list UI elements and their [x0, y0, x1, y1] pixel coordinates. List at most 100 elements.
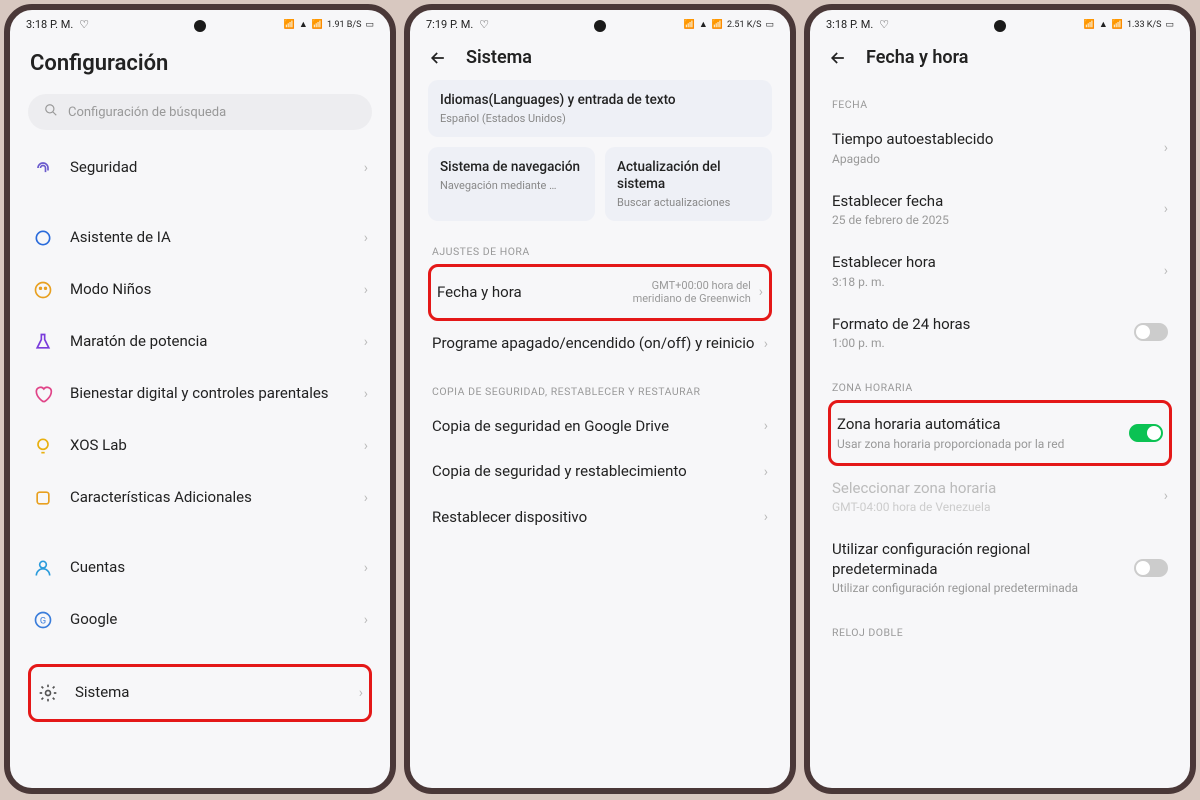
toggle-regional[interactable]: [1134, 559, 1168, 577]
fingerprint-icon: [32, 157, 54, 179]
data-speed: 2.51 K/S: [727, 20, 761, 30]
row-programar[interactable]: Programe apagado/encendido (on/off) y re…: [428, 321, 772, 367]
battery-icon: ▭: [365, 20, 374, 30]
wifi-icon: ▲: [1099, 19, 1108, 30]
vowifi-icon: 📶: [684, 20, 695, 30]
page-header: Fecha y hora: [810, 35, 1190, 80]
heart-icon: ♡: [479, 18, 489, 31]
flask-icon: [32, 331, 54, 353]
heart-icon: ♡: [879, 18, 889, 31]
data-speed: 1.33 K/S: [1127, 20, 1161, 30]
phone-sistema: 7:19 P. M. ♡ 📶 ▲ 📶 2.51 K/S ▭ Sistema Id…: [404, 4, 796, 794]
chevron-right-icon: ›: [1164, 488, 1168, 504]
signal-icon: 📶: [1112, 20, 1123, 30]
vowifi-icon: 📶: [1084, 20, 1095, 30]
chevron-right-icon: ›: [364, 282, 368, 298]
chevron-right-icon: ›: [764, 418, 768, 434]
phone-fecha-hora: 3:18 P. M. ♡ 📶 ▲ 📶 1.33 K/S ▭ Fecha y ho…: [804, 4, 1196, 794]
chevron-right-icon: ›: [764, 336, 768, 352]
row-maraton[interactable]: Maratón de potencia ›: [28, 316, 372, 368]
section-fecha: FECHA: [828, 80, 1172, 117]
highlight-fecha-hora: Fecha y hora GMT+00:00 hora del meridian…: [428, 264, 772, 322]
heart-icon: ♡: [79, 18, 89, 31]
chevron-right-icon: ›: [364, 438, 368, 454]
chevron-right-icon: ›: [359, 685, 363, 701]
row-cuentas[interactable]: Cuentas ›: [28, 542, 372, 594]
page-title: Fecha y hora: [866, 47, 968, 68]
chevron-right-icon: ›: [364, 560, 368, 576]
row-establecer-fecha[interactable]: Establecer fecha 25 de febrero de 2025 ›: [828, 179, 1172, 241]
wifi-icon: ▲: [699, 19, 708, 30]
section-zona-horaria: ZONA HORARIA: [828, 363, 1172, 400]
wifi-icon: ▲: [299, 19, 308, 30]
row-config-regional[interactable]: Utilizar configuración regional predeter…: [828, 527, 1172, 608]
chevron-right-icon: ›: [364, 490, 368, 506]
card-languages[interactable]: Idiomas(Languages) y entrada de texto Es…: [428, 80, 772, 137]
section-backup: COPIA DE SEGURIDAD, RESTABLECER Y RESTAU…: [428, 367, 772, 404]
vowifi-icon: 📶: [284, 20, 295, 30]
data-speed: 1.91 B/S: [327, 20, 361, 30]
search-placeholder: Configuración de búsqueda: [68, 105, 226, 120]
chevron-right-icon: ›: [764, 464, 768, 480]
row-drive-backup[interactable]: Copia de seguridad en Google Drive ›: [428, 404, 772, 450]
chevron-right-icon: ›: [759, 284, 763, 300]
search-input[interactable]: Configuración de búsqueda: [28, 94, 372, 130]
bulb-icon: [32, 435, 54, 457]
row-zona-auto[interactable]: Zona horaria automática Usar zona horari…: [837, 405, 1163, 461]
row-modo-ninos[interactable]: Modo Niños ›: [28, 264, 372, 316]
row-value: GMT+00:00 hora del meridiano de Greenwic…: [611, 279, 751, 307]
status-time: 7:19 P. M.: [426, 18, 473, 31]
back-arrow-icon[interactable]: [428, 48, 448, 68]
row-fecha-hora[interactable]: Fecha y hora GMT+00:00 hora del meridian…: [437, 269, 763, 317]
toggle-24h[interactable]: [1134, 323, 1168, 341]
highlight-sistema: Sistema ›: [28, 664, 372, 722]
row-seleccionar-zona: Seleccionar zona horaria GMT-04:00 hora …: [828, 466, 1172, 528]
search-icon: [44, 103, 58, 121]
chevron-right-icon: ›: [364, 230, 368, 246]
status-time: 3:18 P. M.: [26, 18, 73, 31]
chevron-right-icon: ›: [364, 386, 368, 402]
chevron-right-icon: ›: [1164, 263, 1168, 279]
svg-text:G: G: [40, 616, 46, 626]
row-bienestar[interactable]: Bienestar digital y controles parentales…: [28, 368, 372, 420]
row-formato-24h[interactable]: Formato de 24 horas 1:00 p. m.: [828, 302, 1172, 364]
card-system-update[interactable]: Actualización del sistema Buscar actuali…: [605, 147, 772, 221]
chevron-right-icon: ›: [1164, 201, 1168, 217]
row-reset-device[interactable]: Restablecer dispositivo ›: [428, 495, 772, 541]
chevron-right-icon: ›: [1164, 140, 1168, 156]
camera-notch: [994, 20, 1006, 32]
highlight-zona-auto: Zona horaria automática Usar zona horari…: [828, 400, 1172, 466]
row-google[interactable]: G Google ›: [28, 594, 372, 646]
page-header: Configuración: [10, 35, 390, 88]
section-reloj-doble: RELOJ DOBLE: [828, 608, 1172, 645]
card-nav-system[interactable]: Sistema de navegación Navegación mediant…: [428, 147, 595, 221]
row-seguridad[interactable]: Seguridad ›: [28, 142, 372, 194]
row-caracteristicas[interactable]: Características Adicionales ›: [28, 472, 372, 524]
camera-notch: [194, 20, 206, 32]
toggle-zona-auto[interactable]: [1129, 424, 1163, 442]
chevron-right-icon: ›: [764, 509, 768, 525]
page-title: Configuración: [30, 51, 370, 76]
page-title: Sistema: [466, 47, 532, 68]
person-icon: [32, 557, 54, 579]
battery-icon: ▭: [765, 20, 774, 30]
row-establecer-hora[interactable]: Establecer hora 3:18 p. m. ›: [828, 240, 1172, 302]
assistant-icon: [32, 227, 54, 249]
row-tiempo-auto[interactable]: Tiempo autoestablecido Apagado ›: [828, 117, 1172, 179]
gear-icon: [37, 682, 59, 704]
chevron-right-icon: ›: [364, 334, 368, 350]
kids-icon: [32, 279, 54, 301]
square-icon: [32, 487, 54, 509]
row-xos-lab[interactable]: XOS Lab ›: [28, 420, 372, 472]
row-copia-restablecimiento[interactable]: Copia de seguridad y restablecimiento ›: [428, 449, 772, 495]
row-asistente-ia[interactable]: Asistente de IA ›: [28, 212, 372, 264]
google-icon: G: [32, 609, 54, 631]
section-ajustes-hora: AJUSTES DE HORA: [428, 227, 772, 264]
back-arrow-icon[interactable]: [828, 48, 848, 68]
camera-notch: [594, 20, 606, 32]
chevron-right-icon: ›: [364, 612, 368, 628]
battery-icon: ▭: [1165, 20, 1174, 30]
status-time: 3:18 P. M.: [826, 18, 873, 31]
row-sistema[interactable]: Sistema ›: [37, 669, 363, 717]
signal-icon: 📶: [312, 20, 323, 30]
